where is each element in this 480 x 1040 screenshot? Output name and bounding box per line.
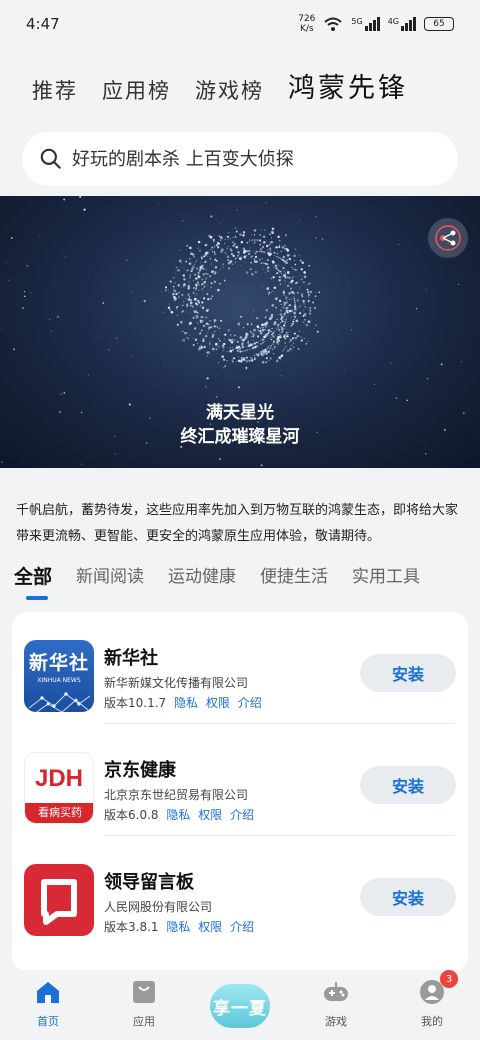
category-tabs: 全部 新闻阅读 运动健康 便捷生活 实用工具 [14, 562, 420, 589]
list-item[interactable]: 领导留言板 人民网股份有限公司 版本3.8.1 隐私 权限 介绍 安装 [12, 836, 468, 948]
signal-4g-label: 4G [387, 17, 399, 26]
app-name: 新华社 [104, 648, 158, 669]
xinhua-logo: 新华社 XINHUA NEWS [24, 640, 94, 712]
status-bar: 4:47 726 K/s 5G 4G 65 [0, 0, 480, 48]
nav-mine[interactable]: 3 我的 [392, 970, 472, 1029]
app-name: 京东健康 [104, 760, 176, 781]
install-button[interactable]: 安装 [360, 654, 456, 692]
app-meta: 版本10.1.7 隐私 权限 介绍 [104, 694, 262, 711]
signal-5g-label: 5G [351, 17, 363, 26]
jdh-logo-text: JDH [34, 765, 83, 792]
xinhua-logo-sub: XINHUA NEWS [37, 677, 81, 684]
tab-recommend[interactable]: 推荐 [32, 75, 78, 105]
nav-games[interactable]: 游戏 [296, 978, 376, 1029]
network-graphic [28, 692, 91, 712]
install-button[interactable]: 安装 [360, 766, 456, 804]
app-version: 版本10.1.7 [104, 696, 167, 710]
permissions-link[interactable]: 权限 [198, 920, 222, 934]
banner-line-1: 满天星光 [206, 403, 274, 423]
net-speed-unit: K/s [300, 24, 314, 34]
search-input[interactable] [72, 148, 442, 170]
privacy-link[interactable]: 隐私 [166, 808, 190, 822]
message-board-logo [24, 864, 94, 936]
summer-promo-button[interactable]: 享一夏 [210, 984, 270, 1028]
wifi-icon [324, 17, 343, 31]
intro-link[interactable]: 介绍 [238, 696, 262, 710]
nav-home[interactable]: 首页 [8, 978, 88, 1029]
category-sports-health[interactable]: 运动健康 [168, 562, 236, 589]
nav-home-label: 首页 [37, 1015, 59, 1028]
section-description: 千帆启航，蓄势待发，这些应用率先加入到万物互联的鸿蒙生态，即将给大家带来更流畅、… [16, 503, 459, 544]
app-company: 北京京东世纪贸易有限公司 [104, 788, 249, 802]
nav-apps-label: 应用 [133, 1015, 155, 1028]
search-bar[interactable] [22, 132, 458, 186]
banner-caption: 满天星光 终汇成璀璨星河 [0, 401, 480, 449]
app-list: 新华社 XINHUA NEWS 新华社 新华新媒文化传播有限公司 版本10.1.… [12, 612, 468, 972]
signal-5g-icon: 5G [351, 17, 380, 31]
tab-app-rank[interactable]: 应用榜 [102, 75, 171, 105]
bottom-nav: 首页 应用 享一夏 游戏 3 我的 [0, 970, 480, 1040]
nav-mine-label: 我的 [421, 1015, 443, 1028]
search-icon [40, 148, 61, 169]
status-time: 4:47 [26, 15, 60, 33]
app-company: 人民网股份有限公司 [104, 900, 213, 914]
category-convenient-life[interactable]: 便捷生活 [260, 562, 328, 589]
battery-icon: 65 [424, 17, 454, 31]
category-news-reading[interactable]: 新闻阅读 [76, 562, 144, 589]
jdh-logo-sub: 看病买药 [25, 803, 93, 823]
category-active-indicator [26, 596, 48, 600]
gamepad-icon [324, 982, 348, 1001]
privacy-link[interactable]: 隐私 [174, 696, 198, 710]
permissions-link[interactable]: 权限 [206, 696, 230, 710]
xinhua-logo-text: 新华社 [28, 652, 89, 674]
app-meta: 版本3.8.1 隐私 权限 介绍 [104, 918, 254, 935]
message-board-icon [41, 879, 77, 925]
nav-apps[interactable]: 应用 [104, 978, 184, 1029]
app-name: 领导留言板 [104, 872, 194, 893]
app-version: 版本3.8.1 [104, 920, 159, 934]
app-meta: 版本6.0.8 隐私 权限 介绍 [104, 806, 254, 823]
intro-link[interactable]: 介绍 [230, 920, 254, 934]
tab-harmony-pioneer[interactable]: 鸿蒙先锋 [288, 66, 408, 105]
tab-game-rank[interactable]: 游戏榜 [195, 75, 264, 105]
status-indicators: 726 K/s 5G 4G 65 [298, 14, 454, 34]
app-company: 新华新媒文化传播有限公司 [104, 676, 249, 690]
install-button[interactable]: 安装 [360, 878, 456, 916]
share-button[interactable] [428, 218, 468, 258]
category-all[interactable]: 全部 [14, 562, 52, 589]
shopping-bag-icon [133, 981, 155, 1003]
app-version: 版本6.0.8 [104, 808, 159, 822]
signal-4g-icon: 4G [388, 17, 416, 31]
banner-line-2: 终汇成璀璨星河 [180, 427, 300, 447]
category-utilities[interactable]: 实用工具 [352, 562, 420, 589]
home-icon [37, 982, 59, 1003]
net-speed: 726 K/s [298, 14, 315, 34]
privacy-link[interactable]: 隐私 [166, 920, 190, 934]
list-item[interactable]: JDH 看病买药 京东健康 北京京东世纪贸易有限公司 版本6.0.8 隐私 权限… [12, 724, 468, 836]
permissions-link[interactable]: 权限 [198, 808, 222, 822]
jdh-logo: JDH 看病买药 [24, 752, 94, 824]
intro-link[interactable]: 介绍 [230, 808, 254, 822]
banner[interactable]: 满天星光 终汇成璀璨星河 [0, 196, 480, 468]
list-item[interactable]: 新华社 XINHUA NEWS 新华社 新华新媒文化传播有限公司 版本10.1.… [12, 612, 468, 724]
notification-badge: 3 [440, 970, 458, 988]
top-tabs: 推荐 应用榜 游戏榜 鸿蒙先锋 [32, 66, 408, 105]
net-speed-value: 726 [298, 14, 316, 24]
share-icon [435, 225, 461, 251]
nav-games-label: 游戏 [325, 1015, 347, 1028]
